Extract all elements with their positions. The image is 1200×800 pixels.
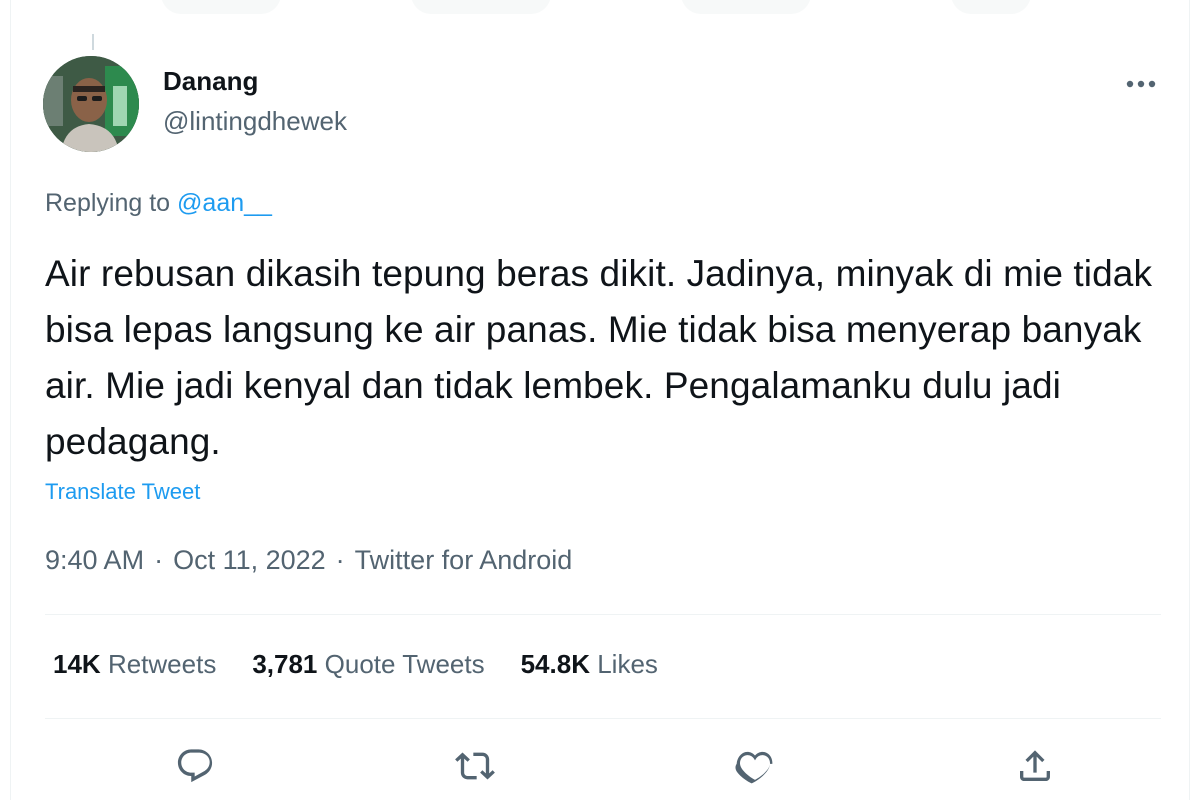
separator: · (154, 545, 164, 575)
share-button[interactable] (1009, 740, 1061, 792)
translate-tweet-link[interactable]: Translate Tweet (45, 476, 200, 508)
page: Danang @lintingdhewek Replying to @aan__… (0, 0, 1200, 800)
tweet-card: Danang @lintingdhewek Replying to @aan__… (10, 0, 1190, 800)
previous-tweet-action-bar (11, 0, 1189, 14)
tweet-stats: 14K Retweets 3,781 Quote Tweets 54.8K Li… (53, 646, 658, 682)
tweet-action-bar (45, 736, 1161, 796)
retweets-label: Retweets (107, 649, 217, 679)
like-button[interactable] (729, 740, 781, 792)
ghost-shape (161, 0, 281, 14)
quote-tweets-count: 3,781 (252, 649, 318, 679)
more-options-button[interactable] (1121, 64, 1161, 104)
avatar[interactable] (43, 56, 139, 152)
tweet-metadata: 9:40 AM · Oct 11, 2022 · Twitter for Android (45, 542, 572, 578)
divider (45, 718, 1161, 719)
replying-prefix: Replying to (45, 189, 171, 217)
display-name[interactable]: Danang (163, 64, 347, 98)
separator: · (335, 545, 345, 575)
ghost-shape (681, 0, 811, 14)
divider (45, 614, 1161, 615)
quote-tweets-stat[interactable]: 3,781 Quote Tweets (252, 646, 484, 682)
tweet-source[interactable]: Twitter for Android (355, 545, 573, 575)
likes-count: 54.8K (520, 649, 590, 679)
avatar-image (43, 56, 139, 152)
likes-label: Likes (597, 649, 658, 679)
user-info: Danang @lintingdhewek (163, 64, 347, 138)
retweets-stat[interactable]: 14K Retweets (53, 646, 216, 682)
thread-connector-line (92, 34, 94, 50)
tweet-date[interactable]: Oct 11, 2022 (173, 545, 326, 575)
retweet-icon (455, 752, 495, 780)
tweet-text: Air rebusan dikasih tepung beras dikit. … (45, 253, 1153, 462)
more-horizontal-icon (1126, 80, 1156, 88)
heart-icon (735, 751, 773, 784)
tweet-time[interactable]: 9:40 AM (45, 545, 144, 575)
user-handle[interactable]: @lintingdhewek (163, 104, 347, 138)
reply-button[interactable] (169, 740, 221, 792)
likes-stat[interactable]: 54.8K Likes (521, 646, 658, 682)
retweet-button[interactable] (449, 740, 501, 792)
replying-to: Replying to @aan__ (45, 186, 272, 220)
ghost-shape (951, 0, 1031, 14)
retweets-count: 14K (53, 649, 101, 679)
share-icon (1020, 750, 1050, 781)
replying-mention-link[interactable]: @aan__ (177, 189, 272, 217)
quote-tweets-label: Quote Tweets (324, 649, 485, 679)
reply-icon (177, 749, 213, 783)
ghost-shape (411, 0, 551, 14)
